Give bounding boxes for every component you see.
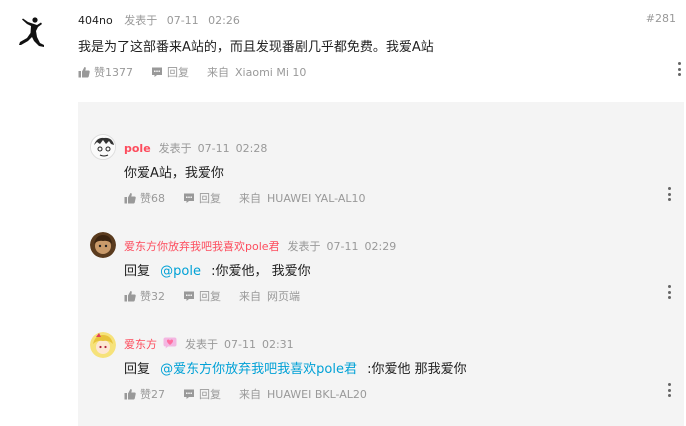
posted-label: 发表于 (124, 14, 158, 27)
post-date: 07-11 (224, 337, 256, 351)
post-time: 02:28 (235, 141, 268, 155)
username[interactable]: 爱东方 (124, 336, 157, 352)
character-avatar-icon (90, 232, 116, 258)
like-count: 赞1377 (94, 66, 133, 79)
reply-button[interactable]: 回复 (183, 288, 221, 304)
reply-prefix: 回复 (124, 362, 151, 377)
reply-meta: 爱东方 发表于 07-11 02:31 (124, 336, 300, 352)
main-comment: 404no 发表于 07-11 02:26 #281 我是为了这部番来A站的，而… (0, 0, 686, 426)
username[interactable]: 爱东方你放弃我吧我喜欢pole君 (124, 238, 280, 254)
reply-actions: 赞32 回复 来自 网页端 (124, 288, 300, 304)
character-avatar-icon (90, 332, 116, 358)
reply-button[interactable]: 回复 (151, 64, 189, 80)
post-time: 02:29 (364, 239, 397, 253)
username[interactable]: 404no (78, 14, 113, 27)
reply-label: 回复 (167, 66, 189, 79)
device-name: HUAWEI BKL-AL20 (267, 387, 367, 401)
reply-list: pole 发表于 07-11 02:28 你爱A站，我爱你 赞68 回复 来自 … (78, 102, 684, 426)
mention-link[interactable]: @pole (160, 264, 201, 279)
reply-text: :你爱他， 我爱你 (211, 264, 311, 279)
comment-meta: 404no 发表于 07-11 02:26 (78, 12, 246, 28)
avatar[interactable] (90, 134, 116, 160)
posted-label: 发表于 (185, 338, 218, 351)
reply-label: 回复 (199, 388, 221, 401)
avatar[interactable] (90, 332, 116, 358)
thumbs-up-icon (124, 291, 136, 302)
device-name: Xiaomi Mi 10 (235, 65, 307, 79)
reply-meta: pole 发表于 07-11 02:28 (124, 140, 273, 156)
from-label: 来自 (207, 66, 229, 79)
reply-item: 爱东方 发表于 07-11 02:31 回复 @爱东方你放弃我吧我喜欢pole君… (78, 332, 684, 412)
reply-item: pole 发表于 07-11 02:28 你爱A站，我爱你 赞68 回复 来自 … (78, 134, 684, 214)
more-vertical-icon[interactable] (677, 62, 681, 76)
reply-actions: 赞68 回复 来自 HUAWEI YAL-AL10 (124, 190, 366, 206)
like-button[interactable]: 赞1377 (78, 64, 133, 80)
posted-label: 发表于 (158, 142, 192, 155)
like-count: 赞68 (140, 192, 165, 205)
thumbs-up-icon (124, 389, 136, 400)
reply-label: 回复 (199, 290, 221, 303)
reply-content: 回复 @pole :你爱他， 我爱你 (124, 260, 311, 279)
post-time: 02:31 (261, 337, 294, 351)
username[interactable]: pole (124, 142, 151, 155)
comment-icon (152, 67, 162, 77)
floor-number: #281 (645, 12, 676, 25)
reply-button[interactable]: 回复 (183, 190, 221, 206)
post-time: 02:26 (208, 14, 240, 27)
post-date: 07-11 (197, 141, 230, 155)
thumbs-up-icon (78, 67, 90, 78)
from-label: 来自 (239, 192, 261, 205)
reply-text: 你爱A站，我爱你 (124, 166, 224, 181)
like-count: 赞27 (140, 388, 165, 401)
reply-content: 你爱A站，我爱你 (124, 162, 224, 181)
comment-actions: 赞1377 回复 来自 Xiaomi Mi 10 (78, 64, 306, 80)
reply-text: :你爱他 那我爱你 (367, 362, 467, 377)
reply-label: 回复 (199, 192, 221, 205)
reply-meta: 爱东方你放弃我吧我喜欢pole君 发表于 07-11 02:29 (124, 238, 402, 254)
comment-content: 我是为了这部番来A站的，而且发现番剧几乎都免费。我爱A站 (78, 40, 434, 55)
heart-badge-icon (163, 337, 177, 352)
jumpman-logo-icon (19, 17, 44, 47)
thumbs-up-icon (124, 193, 136, 204)
post-date: 07-11 (326, 239, 359, 253)
device-name: HUAWEI YAL-AL10 (267, 191, 366, 205)
heart-badge-shape (163, 337, 177, 348)
avatar[interactable] (14, 16, 50, 52)
mention-link[interactable]: @爱东方你放弃我吧我喜欢pole君 (160, 362, 357, 377)
like-button[interactable]: 赞32 (124, 288, 165, 304)
more-vertical-icon[interactable] (667, 187, 671, 201)
reply-prefix: 回复 (124, 264, 151, 279)
like-count: 赞32 (140, 290, 165, 303)
like-button[interactable]: 赞27 (124, 386, 165, 402)
reply-button[interactable]: 回复 (183, 386, 221, 402)
more-vertical-icon[interactable] (667, 285, 671, 299)
like-button[interactable]: 赞68 (124, 190, 165, 206)
reply-content: 回复 @爱东方你放弃我吧我喜欢pole君 :你爱他 那我爱你 (124, 358, 467, 377)
post-date: 07-11 (166, 14, 199, 27)
avatar[interactable] (90, 232, 116, 258)
reply-item: 爱东方你放弃我吧我喜欢pole君 发表于 07-11 02:29 回复 @pol… (78, 232, 684, 312)
reply-actions: 赞27 回复 来自 HUAWEI BKL-AL20 (124, 386, 367, 402)
comment-icon (184, 291, 194, 301)
from-label: 来自 (239, 290, 261, 303)
comment-icon (184, 193, 194, 203)
posted-label: 发表于 (287, 240, 321, 253)
device-name: 网页端 (267, 290, 300, 303)
more-vertical-icon[interactable] (667, 383, 671, 397)
comment-icon (184, 389, 194, 399)
manga-avatar-icon (92, 136, 115, 159)
from-label: 来自 (239, 388, 261, 401)
